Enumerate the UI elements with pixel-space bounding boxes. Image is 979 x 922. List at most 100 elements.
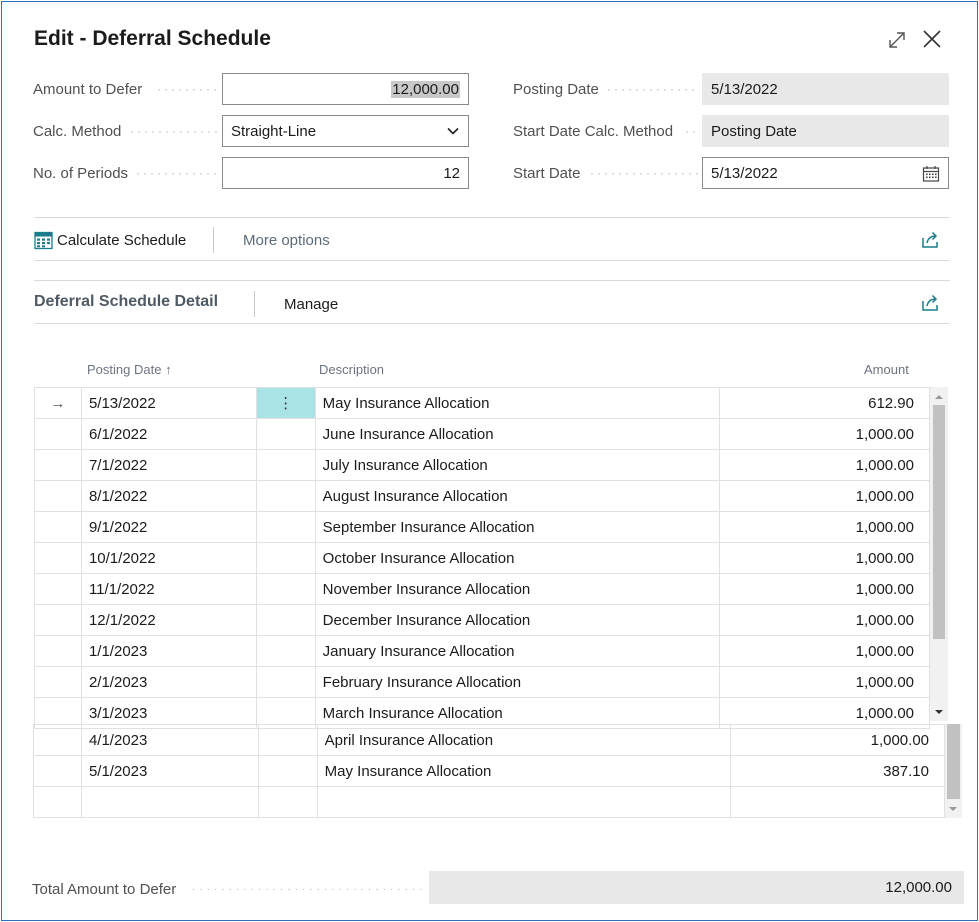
row-posting-date[interactable]: 12/1/2022 [80, 604, 257, 636]
calendar-icon[interactable] [922, 165, 940, 183]
row-amount[interactable]: 1,000.00 [719, 604, 930, 636]
row-posting-date[interactable]: 1/1/2023 [80, 635, 257, 667]
row-selector[interactable] [34, 542, 82, 574]
scrollbar-thumb[interactable] [933, 405, 945, 639]
table-row[interactable]: 1/1/2023 January Insurance Allocation 1,… [34, 635, 930, 667]
row-action-cell[interactable] [255, 635, 316, 667]
row-amount[interactable]: 1,000.00 [719, 418, 930, 450]
row-description[interactable]: February Insurance Allocation [314, 666, 721, 698]
row-description[interactable]: September Insurance Allocation [314, 511, 721, 543]
row-selector[interactable] [33, 755, 82, 787]
row-amount[interactable]: 1,000.00 [719, 542, 930, 574]
row-posting-date[interactable]: 8/1/2022 [80, 480, 257, 512]
table-row[interactable]: 4/1/2023 April Insurance Allocation 1,00… [33, 724, 945, 756]
row-selector[interactable] [34, 418, 82, 450]
row-selector[interactable] [34, 604, 82, 636]
row-description[interactable]: July Insurance Allocation [314, 449, 721, 481]
row-action-cell[interactable] [255, 542, 316, 574]
row-selector[interactable] [34, 511, 82, 543]
row-posting-date[interactable]: 5/1/2023 [80, 755, 259, 787]
row-description[interactable]: January Insurance Allocation [314, 635, 721, 667]
row-description[interactable]: August Insurance Allocation [314, 480, 721, 512]
separator [254, 291, 255, 317]
row-action-cell[interactable] [255, 573, 316, 605]
row-selector[interactable] [34, 573, 82, 605]
row-selector[interactable] [34, 635, 82, 667]
row-posting-date[interactable] [80, 786, 259, 818]
row-description[interactable]: May Insurance Allocation [316, 755, 732, 787]
row-posting-date[interactable]: 5/13/2022 [80, 387, 257, 419]
table-row[interactable]: → 5/13/2022 ⋮ May Insurance Allocation 6… [34, 387, 930, 419]
row-description[interactable] [316, 786, 732, 818]
row-description[interactable]: June Insurance Allocation [314, 418, 721, 450]
share-icon[interactable] [920, 293, 940, 313]
table-row[interactable]: 9/1/2022 September Insurance Allocation … [34, 511, 930, 543]
close-icon[interactable] [921, 28, 943, 50]
row-posting-date[interactable]: 10/1/2022 [80, 542, 257, 574]
row-action-cell[interactable] [255, 480, 316, 512]
leader-dots: ·· [685, 124, 699, 138]
no-of-periods-input[interactable]: 12 [222, 157, 469, 189]
row-description[interactable]: December Insurance Allocation [314, 604, 721, 636]
row-action-cell[interactable] [257, 786, 318, 818]
scroll-up-arrow-icon[interactable] [934, 392, 944, 402]
row-description[interactable]: May Insurance Allocation [314, 387, 721, 419]
row-amount[interactable]: 1,000.00 [719, 573, 930, 605]
table-row[interactable]: 6/1/2022 June Insurance Allocation 1,000… [34, 418, 930, 450]
scroll-down-arrow-icon[interactable] [948, 804, 958, 814]
row-amount[interactable]: 387.10 [730, 755, 945, 787]
table-row[interactable]: 2/1/2023 February Insurance Allocation 1… [34, 666, 930, 698]
row-amount[interactable]: 1,000.00 [719, 635, 930, 667]
row-description[interactable]: April Insurance Allocation [316, 724, 732, 756]
table-row[interactable]: 8/1/2022 August Insurance Allocation 1,0… [34, 480, 930, 512]
row-amount[interactable]: 1,000.00 [719, 511, 930, 543]
calculate-schedule-button[interactable]: Calculate Schedule [34, 228, 186, 252]
table-row[interactable]: 10/1/2022 October Insurance Allocation 1… [34, 542, 930, 574]
table-row[interactable]: 5/1/2023 May Insurance Allocation 387.10 [33, 755, 945, 787]
row-action-cell[interactable] [255, 604, 316, 636]
row-selector[interactable] [34, 449, 82, 481]
scroll-down-arrow-icon[interactable] [934, 707, 944, 717]
row-selector[interactable] [34, 666, 82, 698]
start-date-input[interactable]: 5/13/2022 [702, 157, 949, 189]
column-header-posting-date[interactable]: Posting Date ↑ [87, 362, 172, 377]
row-posting-date[interactable]: 9/1/2022 [80, 511, 257, 543]
row-description[interactable]: November Insurance Allocation [314, 573, 721, 605]
row-action-cell[interactable] [257, 724, 318, 756]
manage-button[interactable]: Manage [284, 292, 338, 316]
row-action-cell[interactable] [255, 666, 316, 698]
row-amount[interactable]: 1,000.00 [730, 724, 945, 756]
more-options-button[interactable]: More options [243, 228, 330, 252]
row-selector[interactable] [34, 480, 82, 512]
row-selector[interactable] [33, 786, 82, 818]
column-header-description[interactable]: Description [319, 362, 384, 377]
column-header-amount[interactable]: Amount [864, 362, 909, 377]
row-action-cell[interactable] [255, 511, 316, 543]
table-row[interactable]: 7/1/2022 July Insurance Allocation 1,000… [34, 449, 930, 481]
table-row[interactable]: 11/1/2022 November Insurance Allocation … [34, 573, 930, 605]
share-icon[interactable] [920, 230, 940, 250]
row-posting-date[interactable]: 7/1/2022 [80, 449, 257, 481]
table-row[interactable] [33, 786, 945, 818]
expand-icon[interactable] [886, 29, 908, 51]
row-action-cell[interactable] [255, 449, 316, 481]
row-posting-date[interactable]: 11/1/2022 [80, 573, 257, 605]
calc-method-select[interactable]: Straight-Line [222, 115, 469, 147]
row-posting-date[interactable]: 4/1/2023 [80, 724, 259, 756]
row-amount[interactable]: 1,000.00 [719, 666, 930, 698]
row-amount[interactable] [730, 786, 945, 818]
row-amount[interactable]: 1,000.00 [719, 480, 930, 512]
scrollbar-thumb[interactable] [947, 724, 960, 799]
row-amount[interactable]: 612.90 [719, 387, 930, 419]
row-action-cell[interactable] [255, 418, 316, 450]
row-description[interactable]: October Insurance Allocation [314, 542, 721, 574]
row-posting-date[interactable]: 2/1/2023 [80, 666, 257, 698]
row-posting-date[interactable]: 6/1/2022 [80, 418, 257, 450]
row-action-cell[interactable] [257, 755, 318, 787]
row-selector[interactable] [33, 724, 82, 756]
row-amount[interactable]: 1,000.00 [719, 449, 930, 481]
table-row[interactable]: 12/1/2022 December Insurance Allocation … [34, 604, 930, 636]
amount-to-defer-input[interactable]: 12,000.00 [222, 73, 469, 105]
more-vertical-icon[interactable]: ⋮ [255, 387, 316, 419]
sort-ascending-icon: ↑ [165, 362, 172, 377]
